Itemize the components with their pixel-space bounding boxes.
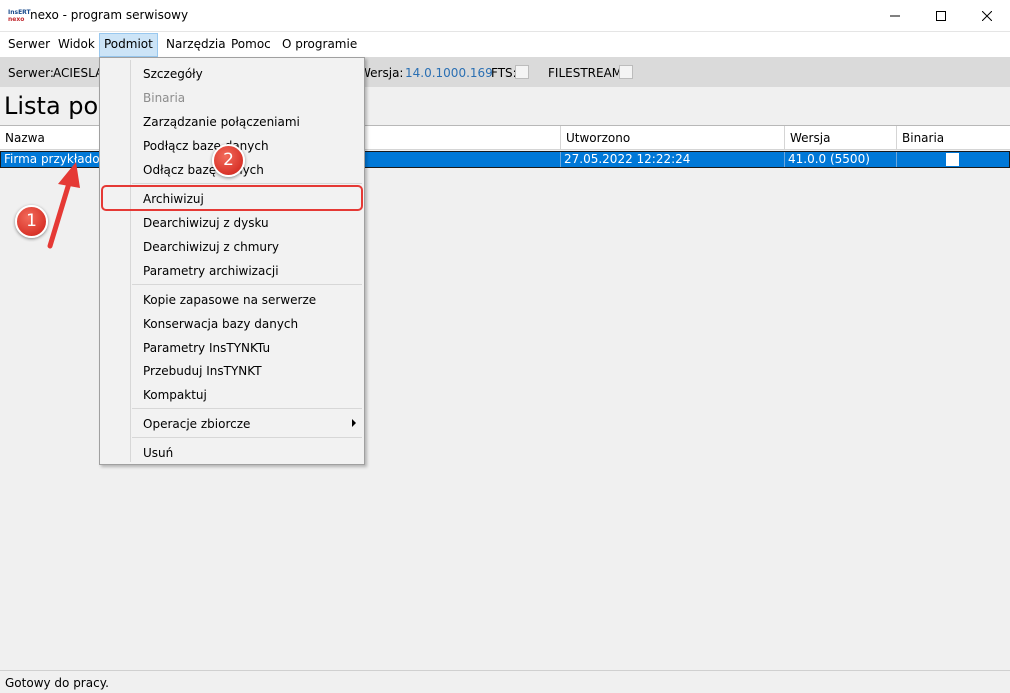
annotation-badge-2: 2 (212, 144, 245, 177)
menu-widok[interactable]: Widok (54, 33, 99, 57)
menu-item-parametry-instynktu[interactable]: Parametry InsTYNKTu (143, 341, 270, 355)
menu-item-konserwacja[interactable]: Konserwacja bazy danych (143, 317, 298, 331)
menu-pomoc[interactable]: Pomoc (227, 33, 275, 57)
menu-o-programie[interactable]: O programie (278, 33, 361, 57)
menu-item-operacje-zbiorcze[interactable]: Operacje zbiorcze (143, 417, 250, 431)
menu-separator (132, 408, 362, 409)
minimize-icon (890, 15, 900, 16)
page-title: Lista pod (4, 92, 114, 120)
logo-line1: InsERT (8, 9, 31, 16)
menu-item-binaria: Binaria (143, 91, 186, 105)
fts-checkbox[interactable] (515, 65, 529, 79)
maximize-icon (936, 10, 946, 21)
menu-podmiot[interactable]: Podmiot (99, 33, 158, 57)
maximize-button[interactable] (918, 0, 964, 31)
menu-separator (132, 183, 362, 184)
menu-serwer[interactable]: Serwer (4, 33, 54, 57)
title-bar: InsERT nexo nexo - program serwisowy (0, 0, 1010, 32)
cell-utworzono: 27.05.2022 12:22:24 (561, 152, 785, 167)
app-logo: InsERT nexo (8, 9, 31, 23)
annotation-badge-1: 1 (15, 205, 48, 238)
menu-item-kompaktuj[interactable]: Kompaktuj (143, 388, 207, 402)
menu-gutter (130, 60, 131, 462)
menu-item-dearchiwizuj-chmura[interactable]: Dearchiwizuj z chmury (143, 240, 279, 254)
menu-separator (132, 284, 362, 285)
close-button[interactable] (964, 0, 1010, 31)
menu-item-parametry-archiwizacji[interactable]: Parametry archiwizacji (143, 264, 279, 278)
filestream-checkbox[interactable] (619, 65, 633, 79)
menu-bar: Serwer Widok Podmiot Narzędzia Pomoc O p… (0, 32, 1010, 57)
window-title: nexo - program serwisowy (30, 8, 189, 22)
cell-binaria-checkbox[interactable] (946, 153, 959, 166)
logo-line2: nexo (8, 16, 25, 23)
menu-item-zarzadzanie-polaczeniami[interactable]: Zarządzanie połączeniami (143, 115, 300, 129)
menu-item-podlacz-baze[interactable]: Podłącz bazę danych (143, 139, 269, 153)
menu-item-dearchiwizuj-dysk[interactable]: Dearchiwizuj z dysku (143, 216, 269, 230)
status-text: Gotowy do pracy. (5, 676, 109, 690)
filestream-label: FILESTREAM: (548, 66, 627, 80)
status-bar: Gotowy do pracy. (0, 670, 1010, 693)
menu-item-usun[interactable]: Usuń (143, 446, 173, 460)
column-header-wersja[interactable]: Wersja (785, 126, 897, 149)
menu-item-odlacz-baze[interactable]: Odłącz bazę danych (143, 163, 264, 177)
menu-item-przebuduj-instynkt[interactable]: Przebuduj InsTYNKT (143, 364, 262, 378)
server-label: Serwer: (8, 66, 54, 80)
menu-narzedzia[interactable]: Narzędzia (162, 33, 230, 57)
menu-item-szczegoly[interactable]: Szczegóły (143, 67, 203, 81)
minimize-button[interactable] (872, 0, 918, 31)
podmiot-dropdown-menu: Szczegóły Binaria Zarządzanie połączenia… (99, 57, 365, 465)
version-label: Wersja: (359, 66, 404, 80)
menu-separator (132, 437, 362, 438)
archiwizuj-highlight (101, 185, 363, 211)
close-icon (982, 10, 992, 21)
column-header-utworzono[interactable]: Utworzono (561, 126, 785, 149)
column-header-binaria[interactable]: Binaria (897, 126, 1010, 149)
fts-label: FTS: (491, 66, 517, 80)
version-value: 14.0.1000.169 (405, 66, 493, 80)
submenu-arrow-icon (352, 419, 356, 427)
menu-item-kopie-zapasowe[interactable]: Kopie zapasowe na serwerze (143, 293, 316, 307)
annotation-arrow-icon (47, 162, 80, 249)
cell-wersja: 41.0.0 (5500) (785, 152, 897, 167)
